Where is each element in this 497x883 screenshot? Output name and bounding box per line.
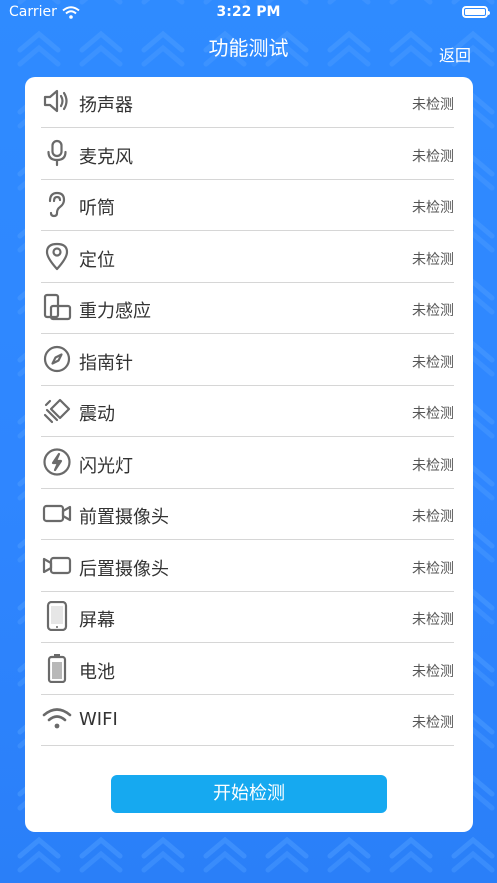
item-label: 扬声器 [79, 95, 133, 116]
speaker-icon [42, 86, 72, 116]
status-text: 未检测 [412, 251, 454, 268]
item-label: 屏幕 [79, 610, 115, 631]
back-button[interactable]: 返回 [439, 42, 471, 66]
battery-icon [42, 653, 72, 683]
status-text: 未检测 [412, 612, 454, 628]
flash-icon [42, 447, 72, 477]
item-label: 重力感应 [79, 301, 151, 322]
clock: 3:22 PM [216, 4, 281, 20]
list-item-front-camera[interactable]: 前置摄像头 未检测 [41, 489, 454, 540]
wifi-icon [42, 704, 72, 734]
item-label: 后置摄像头 [79, 558, 169, 580]
list-item-microphone[interactable]: 麦克风 未检测 [41, 129, 454, 180]
status-battery-icon [462, 6, 490, 18]
vibration-icon [42, 395, 72, 425]
status-text: 未检测 [412, 560, 454, 577]
status-text: 未检测 [412, 663, 454, 680]
list-item-rear-camera[interactable]: 后置摄像头 未检测 [41, 541, 454, 592]
phone-screen-icon [42, 601, 72, 631]
gravity-sensor-icon [42, 292, 72, 322]
item-label: 定位 [79, 249, 115, 271]
list-item-speaker[interactable]: 扬声器 未检测 [41, 77, 454, 128]
microphone-icon [42, 138, 72, 168]
item-label: 震动 [79, 404, 115, 425]
list-item-earpiece[interactable]: 听筒 未检测 [41, 180, 454, 231]
item-label: 听筒 [79, 198, 115, 219]
status-bar: Carrier 3:22 PM [0, 0, 497, 24]
list-item-flashlight[interactable]: 闪光灯 未检测 [41, 438, 454, 489]
item-label: 电池 [79, 661, 115, 683]
test-list-card: 扬声器 未检测 麦克风 未检测 听筒 未检测 定位 未检测 重力感应 未检测 指… [25, 77, 473, 832]
item-label: WIFI [79, 709, 118, 730]
list-item-location[interactable]: 定位 未检测 [41, 232, 454, 283]
item-label: 闪光灯 [79, 455, 133, 477]
status-text: 未检测 [412, 97, 454, 113]
list-item-gravity-sensor[interactable]: 重力感应 未检测 [41, 283, 454, 334]
list-item-compass[interactable]: 指南针 未检测 [41, 335, 454, 386]
item-label: 指南针 [79, 352, 133, 374]
status-text: 未检测 [412, 406, 454, 422]
status-text: 未检测 [412, 509, 454, 525]
front-camera-icon [42, 498, 72, 528]
page-title: 功能测试 [208, 36, 289, 60]
compass-icon [42, 344, 72, 374]
list-item-battery[interactable]: 电池 未检测 [41, 644, 454, 695]
list-item-screen[interactable]: 屏幕 未检测 [41, 592, 454, 643]
status-text: 未检测 [412, 303, 454, 319]
list-item-wifi[interactable]: WIFI 未检测 [41, 695, 454, 746]
rear-camera-icon [42, 550, 72, 580]
status-text: 未检测 [412, 200, 454, 216]
ear-icon [42, 189, 72, 219]
list-item-vibration[interactable]: 震动 未检测 [41, 386, 454, 437]
status-text: 未检测 [412, 715, 454, 731]
start-test-button[interactable]: 开始检测 [111, 775, 387, 813]
item-label: 麦克风 [79, 146, 133, 168]
status-text: 未检测 [412, 354, 454, 371]
status-text: 未检测 [412, 457, 454, 474]
location-pin-icon [42, 241, 72, 271]
status-text: 未检测 [412, 148, 454, 165]
item-label: 前置摄像头 [79, 507, 169, 528]
